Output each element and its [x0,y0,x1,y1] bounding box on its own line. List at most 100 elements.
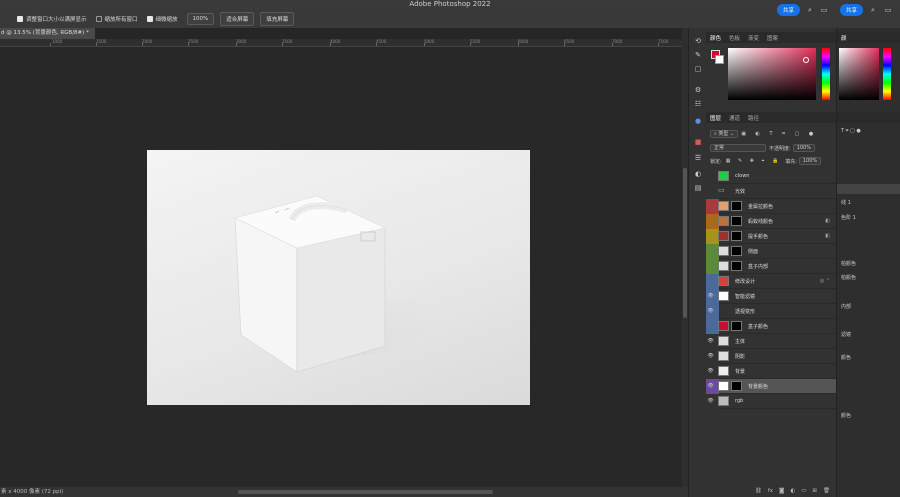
visibility-eye-icon[interactable]: 👁 [707,338,714,344]
layer-mask-thumbnail[interactable] [731,261,742,271]
scrubby-zoom-option[interactable]: 细微缩放 [146,15,178,23]
layer-row[interactable]: 盒子颜色 [706,318,836,334]
layer-filter-dropdown[interactable]: ⌕ 类型 ⌄ [710,130,739,138]
document-tab[interactable]: d @ 13.5% (背景颜色, RGB/8#) * [0,28,95,39]
resize-windows-checkbox[interactable] [17,15,23,22]
tab-color[interactable]: 颜色 [706,34,725,42]
scrubby-zoom-checkbox[interactable] [146,15,153,22]
layer-thumbnail [718,201,729,211]
color-panel-icon[interactable]: ■ [694,138,702,146]
comment-icon[interactable]: ▢ [694,65,702,73]
search-icon-2[interactable]: ⌕ [869,6,877,14]
share-button[interactable]: 共享 [777,4,801,16]
zoom-value-field[interactable]: 100% [186,12,215,25]
layer-mask-thumbnail[interactable] [731,321,742,331]
layer-row[interactable]: 👁 背景 [706,363,836,379]
fill-screen-button[interactable]: 填充屏幕 [260,11,295,26]
tab-secondary-color[interactable]: 颜 [837,34,851,42]
share-button-2[interactable]: 共享 [840,4,864,16]
layer-thumbnail [718,351,729,361]
adjustments-icon[interactable]: ⚙ [694,86,702,94]
layer-mask-thumbnail[interactable] [731,246,742,256]
styles-icon[interactable]: ◐ [694,170,702,178]
layer-row[interactable]: clown [706,168,836,184]
swatch-grid-icon[interactable]: ☷ [694,100,702,108]
secondary-filter-icons[interactable]: T ⌗ ▢ ● [841,128,861,134]
layer-filter-kind: 类型 [718,131,729,137]
hue-slider[interactable] [822,48,830,100]
layer-row[interactable]: 盒子内部 [706,258,836,274]
layer-name: 金属拉颜色 [748,203,774,210]
filter-icons[interactable]: ▣ ◐ T ⌗ ▢ ● [741,131,817,137]
layer-mask-thumbnail[interactable] [731,231,742,241]
layer-row[interactable]: 蚂蚁线颜色 ◧ [706,213,836,229]
layer-mask-thumbnail[interactable] [731,216,742,226]
layer-effects-icon[interactable]: ◎ ⌃ [820,278,830,284]
layer-style-icon[interactable]: fx [768,488,773,494]
visibility-eye-icon[interactable]: 👁 [707,353,714,359]
adjustment-layer-icon[interactable]: ◐ [790,488,795,494]
tab-patterns[interactable]: 图案 [763,34,782,42]
tab-swatches[interactable]: 色板 [725,34,744,42]
fill-field[interactable]: 100% [798,157,822,165]
link-layers-icon[interactable]: ⛓ [755,488,762,494]
new-group-icon[interactable]: ▭ [801,488,806,494]
opacity-field[interactable]: 100% [792,144,815,152]
layer-row[interactable]: 侧面 [706,243,836,259]
zoom-all-option[interactable]: 缩放所有窗口 [95,15,138,23]
layer-effects-icon[interactable]: ◧ [825,233,830,239]
layer-name: 背景颜色 [748,383,769,390]
layer-row[interactable]: 👁 主体 [706,333,836,349]
layer-row[interactable]: 👁 rgb [706,393,836,409]
visibility-eye-icon[interactable]: 👁 [707,383,714,389]
workspace-icon[interactable]: ▭ [820,6,828,14]
layer-mask-thumbnail[interactable] [731,381,742,391]
lock-icons[interactable]: ▦ ✎ ✥ ⌖ 🔒 [726,158,782,164]
resize-windows-option[interactable]: 调整窗口大小以满屏显示 [17,15,87,23]
layer-row[interactable]: 👁 背景颜色 [706,378,836,394]
visibility-eye-icon[interactable]: 👁 [707,368,714,374]
zoom-all-checkbox[interactable] [95,15,102,22]
search-icon[interactable]: ⌕ [806,6,814,14]
secondary-hue-slider[interactable] [883,48,891,100]
tab-channels[interactable]: 通道 [725,114,744,122]
layer-thumbnail [718,306,729,316]
layer-row[interactable]: 👁 透视变形 [706,303,836,319]
document-canvas[interactable] [147,150,530,405]
color-picker-field[interactable] [728,48,816,100]
new-layer-icon[interactable]: ⊞ [812,488,817,494]
tab-gradients[interactable]: 渐变 [744,34,763,42]
layer-row[interactable]: 👁 智能滤镜 [706,288,836,304]
tab-paths[interactable]: 路径 [744,114,763,122]
visibility-eye-icon[interactable]: 👁 [707,308,714,314]
visibility-eye-icon[interactable]: 👁 [707,398,714,404]
layer-row[interactable]: ▭ 光效 [706,183,836,199]
secondary-color-field[interactable] [839,48,879,100]
blend-mode-dropdown[interactable]: 正常 [710,144,766,152]
delete-layer-icon[interactable]: 🗑 [823,488,830,494]
background-color-swatch[interactable] [715,55,724,64]
brush-icon[interactable]: ✎ [694,51,702,59]
layer-row[interactable]: 金属拉颜色 [706,198,836,214]
layer-row[interactable]: 提手颜色 ◧ [706,228,836,244]
libraries-icon[interactable]: ● [694,117,702,125]
layer-name: 修改设计 [735,278,756,285]
properties-icon[interactable]: ☰ [694,154,702,162]
workspace-icon-2[interactable]: ▭ [884,6,892,14]
horizontal-scroll-thumb[interactable] [238,490,493,494]
layer-row[interactable]: 👁 阴影 [706,348,836,364]
layer-effects-icon[interactable]: ◧ [825,218,830,224]
add-mask-icon[interactable]: ◙ [779,488,784,494]
visibility-eye-icon[interactable]: 👁 [707,293,714,299]
secondary-selected-row[interactable] [837,184,900,194]
layer-row[interactable]: 修改设计 ◎ ⌃ [706,273,836,289]
color-picker-handle[interactable] [803,57,809,63]
layer-name: 侧面 [748,248,759,255]
layer-mask-thumbnail[interactable] [731,201,742,211]
history-icon[interactable]: ⟲ [694,37,702,45]
canvas-area[interactable] [0,47,682,487]
vertical-scroll-thumb[interactable] [683,168,687,318]
tab-layers[interactable]: 图层 [706,114,725,122]
layers-stack-icon[interactable]: ▤ [694,184,702,192]
fit-screen-button[interactable]: 适合屏幕 [220,11,255,26]
